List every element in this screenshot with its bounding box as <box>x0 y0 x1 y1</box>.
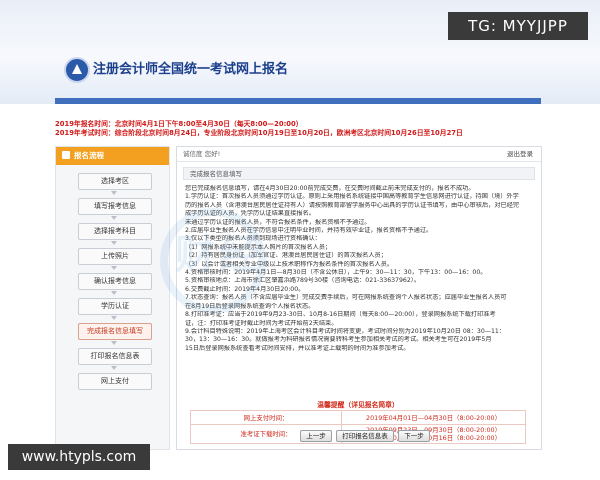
reminder-title: 温馨提醒（详见报名简章） <box>317 401 399 409</box>
reminder-label: 网上支付时间： <box>190 410 342 425</box>
step-select-subjects[interactable]: 选择报考科目 <box>78 223 152 240</box>
step-arrow-icon <box>111 216 117 220</box>
step-arrow-icon <box>111 241 117 245</box>
notice: 2019年报名时间：北京时间4月1日下午8:00至4月30日（每天8:00—20… <box>55 120 541 138</box>
step-arrow-icon <box>111 266 117 270</box>
overlay-tag: TG: MYYJJPP <box>448 12 588 40</box>
step-select-region[interactable]: 选择考区 <box>78 173 152 190</box>
nav-bar <box>55 98 541 104</box>
step-arrow-icon <box>111 291 117 295</box>
site-title: 注册会计师全国统一考试网上报名 <box>93 62 289 77</box>
sidebar-header: 报名流程 <box>56 147 169 165</box>
step-confirm-info[interactable]: 确认报考信息 <box>78 273 152 290</box>
step-arrow-icon <box>111 366 117 370</box>
step-online-payment[interactable]: 网上支付 <box>78 373 152 390</box>
step-print-form[interactable]: 打印报名信息表 <box>78 348 152 365</box>
header: 注册会计师全国统一考试网上报名 TG: MYYJJPP <box>0 0 600 104</box>
reminder-wrap: 温馨提醒（详见报名简章） 网上支付时间： 2019年04月01日—04月30日（… <box>176 146 540 448</box>
step-arrow-icon <box>111 341 117 345</box>
reminder-value: 2019年04月01日—04月30日（8:00-20:00） <box>341 410 526 425</box>
cicpa-logo-icon <box>64 57 90 83</box>
table-row: 网上支付时间： 2019年04月01日—04月30日（8:00-20:00） <box>190 410 526 425</box>
step-arrow-icon <box>111 191 117 195</box>
step-education-verify[interactable]: 学历认证 <box>78 298 152 315</box>
page: 注册会计师全国统一考试网上报名 TG: MYYJJPP 2019年报名时间：北京… <box>0 0 600 480</box>
step-fill-info[interactable]: 填写报考信息 <box>78 198 152 215</box>
url-overlay: www.htypls.com <box>8 444 150 470</box>
sidebar: 报名流程 选择考区 填写报考信息 选择报考科目 上传照片 确认报考信息 学历认证… <box>55 146 170 450</box>
list-icon <box>62 151 70 159</box>
step-upload-photo[interactable]: 上传照片 <box>78 248 152 265</box>
print-form-button[interactable]: 打印报名信息表 <box>336 430 394 442</box>
sidebar-header-label: 报名流程 <box>74 151 104 160</box>
notice-line-2: 2019年考试时间：综合阶段北京时间8月24日，专业阶段北京时间10月19日至1… <box>55 129 463 137</box>
step-arrow-icon <box>111 316 117 320</box>
step-complete-registration[interactable]: 完成报名信息填写 <box>78 323 152 340</box>
notice-line-1: 2019年报名时间：北京时间4月1日下午8:00至4月30日（每天8:00—20… <box>55 120 303 128</box>
next-button[interactable]: 下一步 <box>398 430 430 442</box>
prev-button[interactable]: 上一步 <box>300 430 332 442</box>
